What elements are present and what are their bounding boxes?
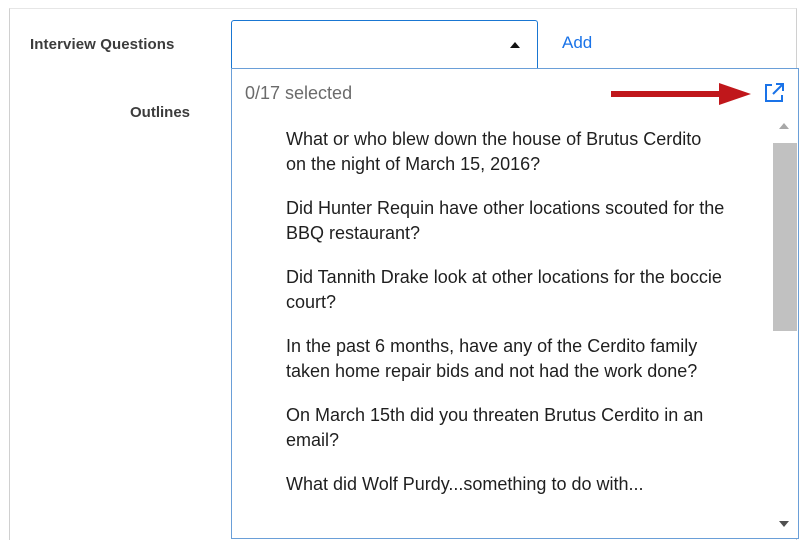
list-item[interactable]: In the past 6 months, have any of the Ce… [286,334,726,384]
interview-questions-select[interactable] [231,20,538,69]
interview-questions-label: Interview Questions [30,36,175,53]
outlines-label: Outlines [130,104,191,121]
questions-list: What or who blew down the house of Brutu… [232,117,772,538]
list-item[interactable]: Did Tannith Drake look at other location… [286,265,726,315]
scroll-up-arrow-icon[interactable] [779,123,789,129]
selected-count: 0/17 selected [245,83,353,103]
add-button[interactable]: Add [562,33,592,53]
caret-up-icon[interactable] [510,42,520,48]
open-in-new-icon[interactable] [762,81,786,105]
list-item[interactable]: What did Wolf Purdy...something to do wi… [286,472,726,497]
list-item[interactable]: On March 15th did you threaten Brutus Ce… [286,403,726,453]
list-item[interactable]: Did Hunter Requin have other locations s… [286,196,726,246]
scrollbar[interactable] [773,117,797,537]
list-item[interactable]: What or who blew down the house of Brutu… [286,127,726,177]
scroll-down-arrow-icon[interactable] [779,521,789,527]
questions-dropdown-panel: 0/17 selected What or who blew down the … [231,68,799,539]
scrollbar-thumb[interactable] [773,143,797,331]
annotation-arrow-icon [611,83,751,105]
